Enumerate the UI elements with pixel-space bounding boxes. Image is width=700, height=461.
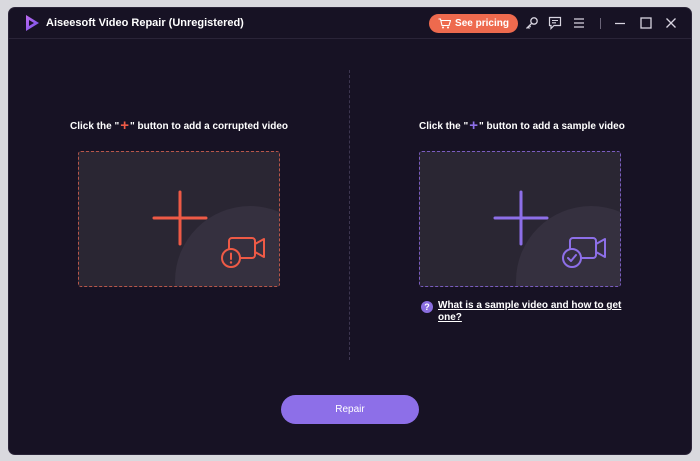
prompt-text-after: " button to add a corrupted video: [129, 121, 289, 132]
corrupted-video-prompt: Click the " + " button to add a corrupte…: [70, 116, 289, 134]
titlebar-separator: [600, 18, 601, 29]
sample-video-help-link[interactable]: What is a sample video and how to get on…: [438, 300, 631, 324]
repair-button[interactable]: Repair: [281, 395, 419, 424]
sample-video-prompt: Click the " + " button to add a sample v…: [419, 116, 625, 134]
cart-icon: [438, 18, 452, 29]
app-window: Aiseesoft Video Repair (Unregistered) Se…: [9, 8, 691, 454]
see-pricing-button[interactable]: See pricing: [429, 14, 518, 33]
sample-video-camera-icon: [562, 237, 606, 268]
title-bar: Aiseesoft Video Repair (Unregistered) Se…: [9, 8, 691, 39]
maximize-icon[interactable]: [639, 16, 653, 30]
add-sample-video-plus-icon[interactable]: [493, 190, 549, 246]
menu-icon[interactable]: [572, 16, 586, 30]
panel-divider: [349, 70, 350, 360]
see-pricing-label: See pricing: [455, 18, 509, 29]
add-corrupted-video-dropzone[interactable]: [78, 151, 280, 287]
minimize-icon[interactable]: [613, 16, 627, 30]
sample-video-help: ? What is a sample video and how to get …: [421, 300, 631, 324]
key-icon[interactable]: [525, 16, 539, 30]
prompt-text-before: Click the ": [70, 121, 120, 132]
prompt-text-after: " button to add a sample video: [478, 121, 625, 132]
corrupted-video-camera-icon: [221, 237, 265, 268]
close-icon[interactable]: [664, 16, 678, 30]
add-sample-video-dropzone[interactable]: [419, 151, 621, 287]
add-corrupted-video-plus-icon[interactable]: [152, 190, 208, 246]
feedback-icon[interactable]: [548, 16, 562, 30]
app-logo-icon: [26, 15, 39, 31]
app-title: Aiseesoft Video Repair (Unregistered): [46, 17, 244, 29]
help-question-icon: ?: [421, 301, 433, 313]
prompt-plus-glyph: +: [120, 116, 129, 134]
prompt-plus-glyph: +: [469, 116, 478, 134]
prompt-text-before: Click the ": [419, 121, 469, 132]
